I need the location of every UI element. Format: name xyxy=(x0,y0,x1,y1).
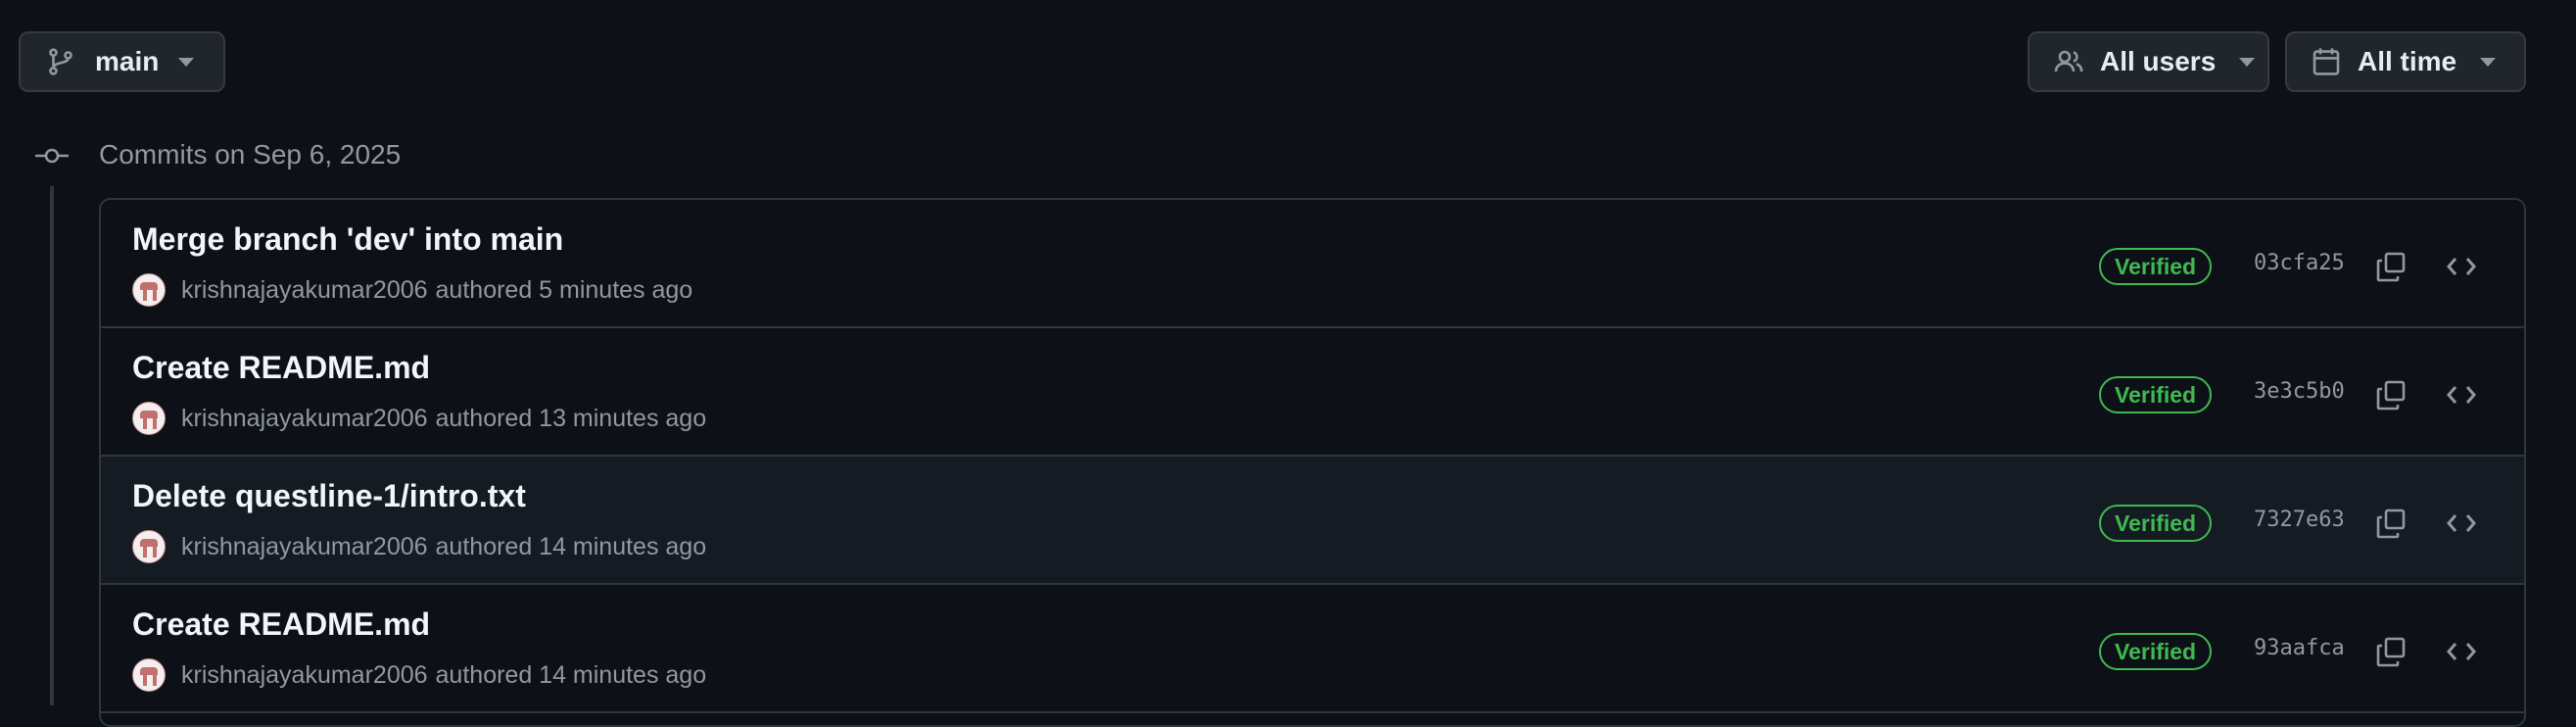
copy-sha-button[interactable] xyxy=(2371,504,2410,543)
avatar[interactable] xyxy=(132,530,166,563)
copy-sha-button[interactable] xyxy=(2371,375,2410,414)
verified-badge[interactable]: Verified xyxy=(2099,505,2213,542)
code-icon xyxy=(2447,258,2476,275)
time-filter-button[interactable]: All time xyxy=(2285,31,2526,92)
commit-title[interactable]: Create README.md xyxy=(132,606,430,643)
timeline-line xyxy=(50,186,54,705)
commit-title[interactable]: Merge branch 'dev' into main xyxy=(132,221,563,258)
git-branch-icon xyxy=(49,48,72,75)
commit-meta: krishnajayakumar2006 authored 5 minutes … xyxy=(132,272,692,308)
time-filter-label: All time xyxy=(2358,46,2457,76)
commit-author[interactable]: krishnajayakumar2006 xyxy=(181,405,428,433)
browse-code-button[interactable] xyxy=(2442,247,2481,286)
commit-title[interactable]: Create README.md xyxy=(132,350,430,386)
verified-badge[interactable]: Verified xyxy=(2099,376,2213,413)
code-icon xyxy=(2447,643,2476,660)
commit-meta: krishnajayakumar2006 authored 13 minutes… xyxy=(132,401,706,436)
copy-icon xyxy=(2376,252,2406,282)
people-icon xyxy=(2054,50,2083,73)
commit-meta: krishnajayakumar2006 authored 14 minutes… xyxy=(132,657,706,693)
caret-down-icon xyxy=(2239,57,2256,67)
commit-list: Merge branch 'dev' into main krishnajaya… xyxy=(99,198,2526,727)
users-filter-button[interactable]: All users xyxy=(2027,31,2269,92)
avatar[interactable] xyxy=(132,273,166,307)
users-filter-label: All users xyxy=(2100,46,2217,76)
calendar-icon xyxy=(2313,48,2340,75)
code-icon xyxy=(2447,386,2476,404)
commit-time: authored 14 minutes ago xyxy=(435,532,707,560)
browse-code-button[interactable] xyxy=(2442,375,2481,414)
copy-icon xyxy=(2376,637,2406,667)
caret-down-icon xyxy=(178,57,195,67)
avatar[interactable] xyxy=(132,658,166,692)
commit-time: authored 13 minutes ago xyxy=(435,404,707,432)
commit-meta: krishnajayakumar2006 authored 14 minutes… xyxy=(132,529,706,564)
commit-time: authored 5 minutes ago xyxy=(435,275,693,304)
copy-icon xyxy=(2376,509,2406,539)
browse-code-button[interactable] xyxy=(2442,504,2481,543)
verified-badge[interactable]: Verified xyxy=(2099,248,2213,285)
copy-sha-button[interactable] xyxy=(2371,632,2410,671)
commit-time: authored 14 minutes ago xyxy=(435,660,707,689)
commit-sha[interactable]: 03cfa25 xyxy=(2254,251,2345,275)
commit-row: Create README.md krishnajayakumar2006 au… xyxy=(101,328,2524,457)
commit-row: Delete questline-1/intro.txt krishnajaya… xyxy=(101,457,2524,585)
code-icon xyxy=(2447,514,2476,532)
avatar[interactable] xyxy=(132,402,166,435)
commit-group-title: Commits on Sep 6, 2025 xyxy=(99,139,402,170)
commit-sha[interactable]: 3e3c5b0 xyxy=(2254,379,2345,404)
browse-code-button[interactable] xyxy=(2442,632,2481,671)
commit-author[interactable]: krishnajayakumar2006 xyxy=(181,661,428,690)
copy-icon xyxy=(2376,380,2406,411)
commit-row: Merge branch 'dev' into main krishnajaya… xyxy=(101,200,2524,328)
copy-sha-button[interactable] xyxy=(2371,247,2410,286)
commit-author[interactable]: krishnajayakumar2006 xyxy=(181,276,428,305)
git-commit-icon xyxy=(35,148,69,164)
branch-label: main xyxy=(95,46,160,76)
commit-sha[interactable]: 93aafca xyxy=(2254,636,2345,660)
commit-author[interactable]: krishnajayakumar2006 xyxy=(181,533,428,561)
commit-row: Create README.md krishnajayakumar2006 au… xyxy=(101,585,2524,713)
caret-down-icon xyxy=(2480,57,2497,67)
branch-select-button[interactable]: main xyxy=(19,31,225,92)
commit-title[interactable]: Delete questline-1/intro.txt xyxy=(132,478,526,514)
commit-sha[interactable]: 7327e63 xyxy=(2254,508,2345,532)
verified-badge[interactable]: Verified xyxy=(2099,633,2213,670)
